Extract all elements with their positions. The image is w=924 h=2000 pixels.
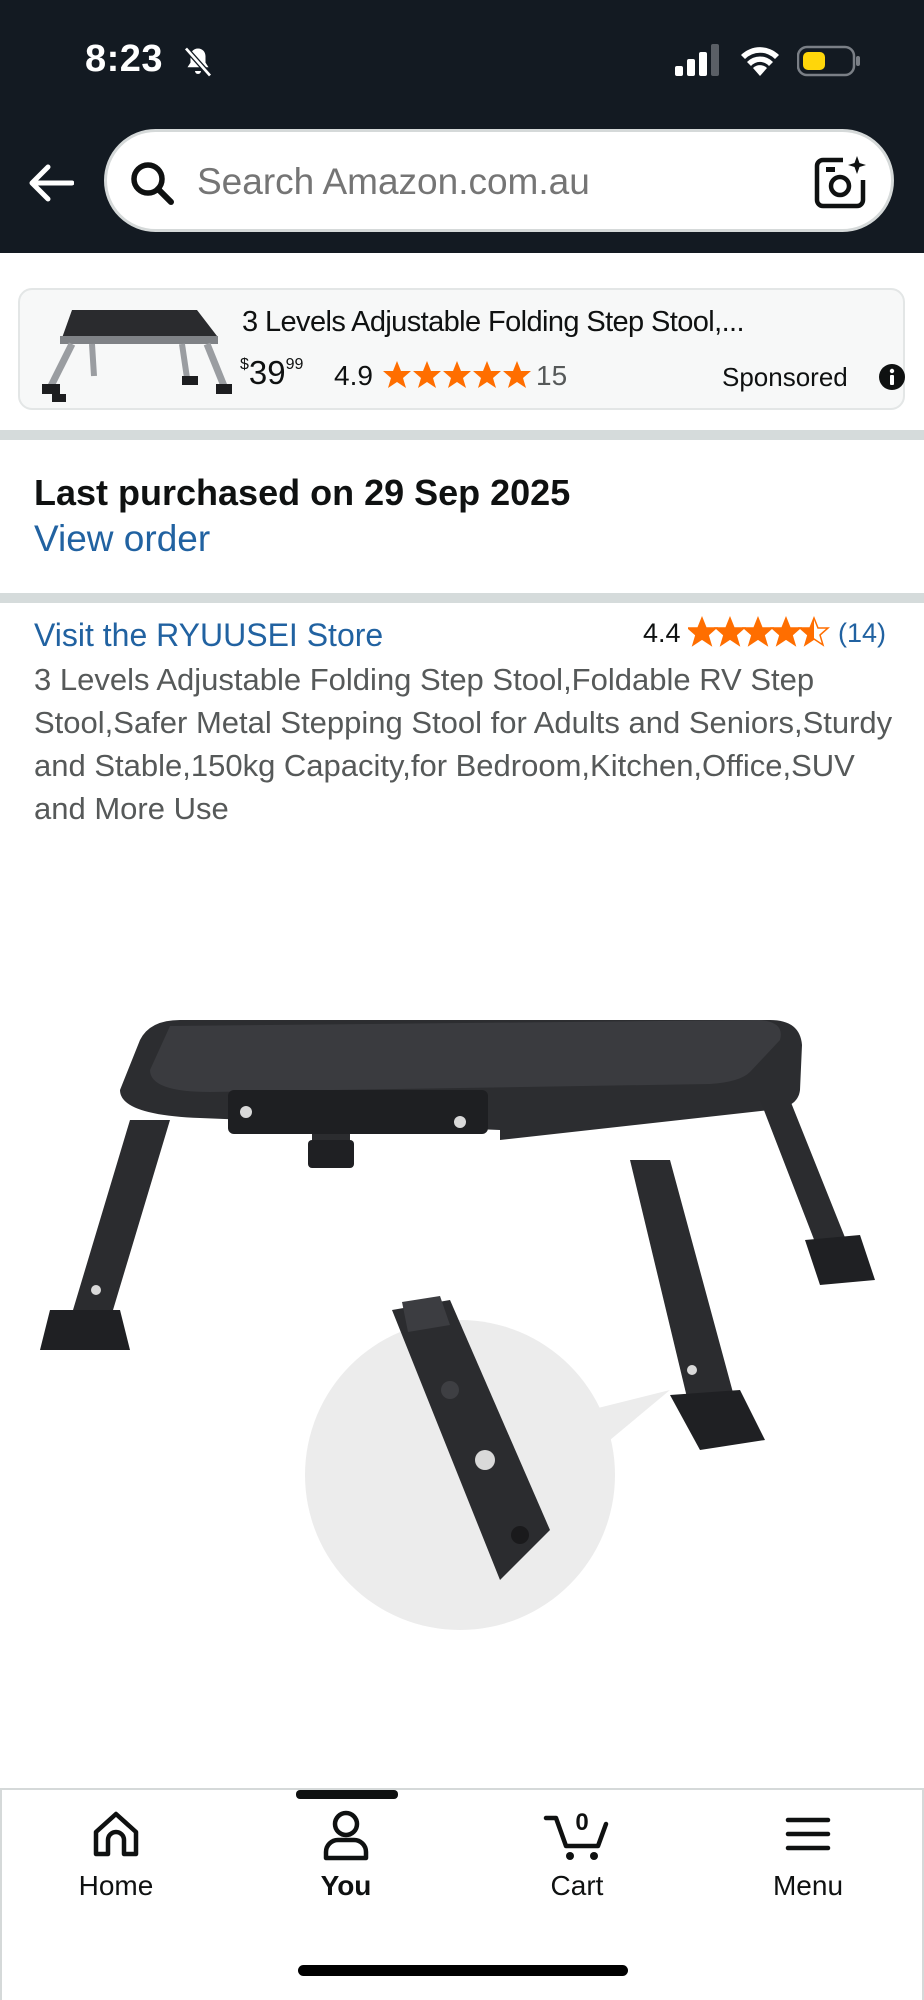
product-rating: 4.4 xyxy=(643,618,681,648)
nav-cart[interactable]: 0 Cart xyxy=(497,1806,657,1926)
product-title: 3 Levels Adjustable Folding Step Stool,F… xyxy=(34,662,893,826)
sponsored-price: $3999 xyxy=(240,354,304,391)
camera-lens-icon[interactable] xyxy=(813,154,869,210)
sponsored-label[interactable]: Sponsored xyxy=(722,362,848,393)
view-order-link[interactable]: View order xyxy=(34,518,210,560)
person-icon xyxy=(323,1810,369,1861)
home-indicator[interactable] xyxy=(298,1965,628,1976)
last-purchased-text: Last purchased on 29 Sep 2025 xyxy=(34,472,571,513)
nav-active-indicator xyxy=(296,1790,398,1799)
nav-home[interactable]: Home xyxy=(36,1806,196,1926)
section-divider xyxy=(0,430,924,440)
product-review-count[interactable]: (14) xyxy=(838,618,886,649)
search-input[interactable] xyxy=(197,154,757,210)
bell-muted-icon xyxy=(184,46,212,78)
nav-you-label: You xyxy=(320,1870,372,1901)
back-button[interactable] xyxy=(26,158,76,208)
top-header: 8:23 xyxy=(0,0,924,253)
wifi-icon xyxy=(741,47,779,76)
cart-icon: 0 xyxy=(543,1809,609,1860)
sponsored-review-count: 15 xyxy=(536,360,568,391)
sponsored-rating: 4.9 xyxy=(334,360,373,391)
nav-menu[interactable]: Menu xyxy=(728,1806,888,1926)
sponsored-product-image xyxy=(42,310,232,402)
hamburger-menu-icon xyxy=(785,1817,831,1851)
cart-count: 0 xyxy=(575,1809,588,1836)
sponsored-card[interactable]: 3 Levels Adjustable Folding Step Stool,.… xyxy=(18,288,905,410)
store-link[interactable]: Visit the RYUUSEI Store xyxy=(34,617,383,654)
section-divider xyxy=(0,593,924,603)
status-time: 8:23 xyxy=(85,38,164,80)
product-star-rating[interactable] xyxy=(688,616,830,648)
arrow-left-icon xyxy=(29,164,74,202)
sponsored-star-rating xyxy=(383,361,531,388)
nav-menu-label: Menu xyxy=(772,1870,844,1901)
nav-home-label: Home xyxy=(78,1870,154,1901)
signal-icon xyxy=(675,44,719,76)
battery-icon xyxy=(797,45,860,77)
home-icon xyxy=(93,1811,139,1857)
nav-you[interactable]: You xyxy=(266,1806,426,1926)
info-icon[interactable] xyxy=(878,363,906,391)
search-icon xyxy=(131,162,174,205)
nav-cart-label: Cart xyxy=(550,1870,604,1901)
product-image[interactable] xyxy=(30,990,890,1650)
search-bar[interactable] xyxy=(104,129,894,232)
sponsored-title: 3 Levels Adjustable Folding Step Stool,.… xyxy=(242,306,745,338)
